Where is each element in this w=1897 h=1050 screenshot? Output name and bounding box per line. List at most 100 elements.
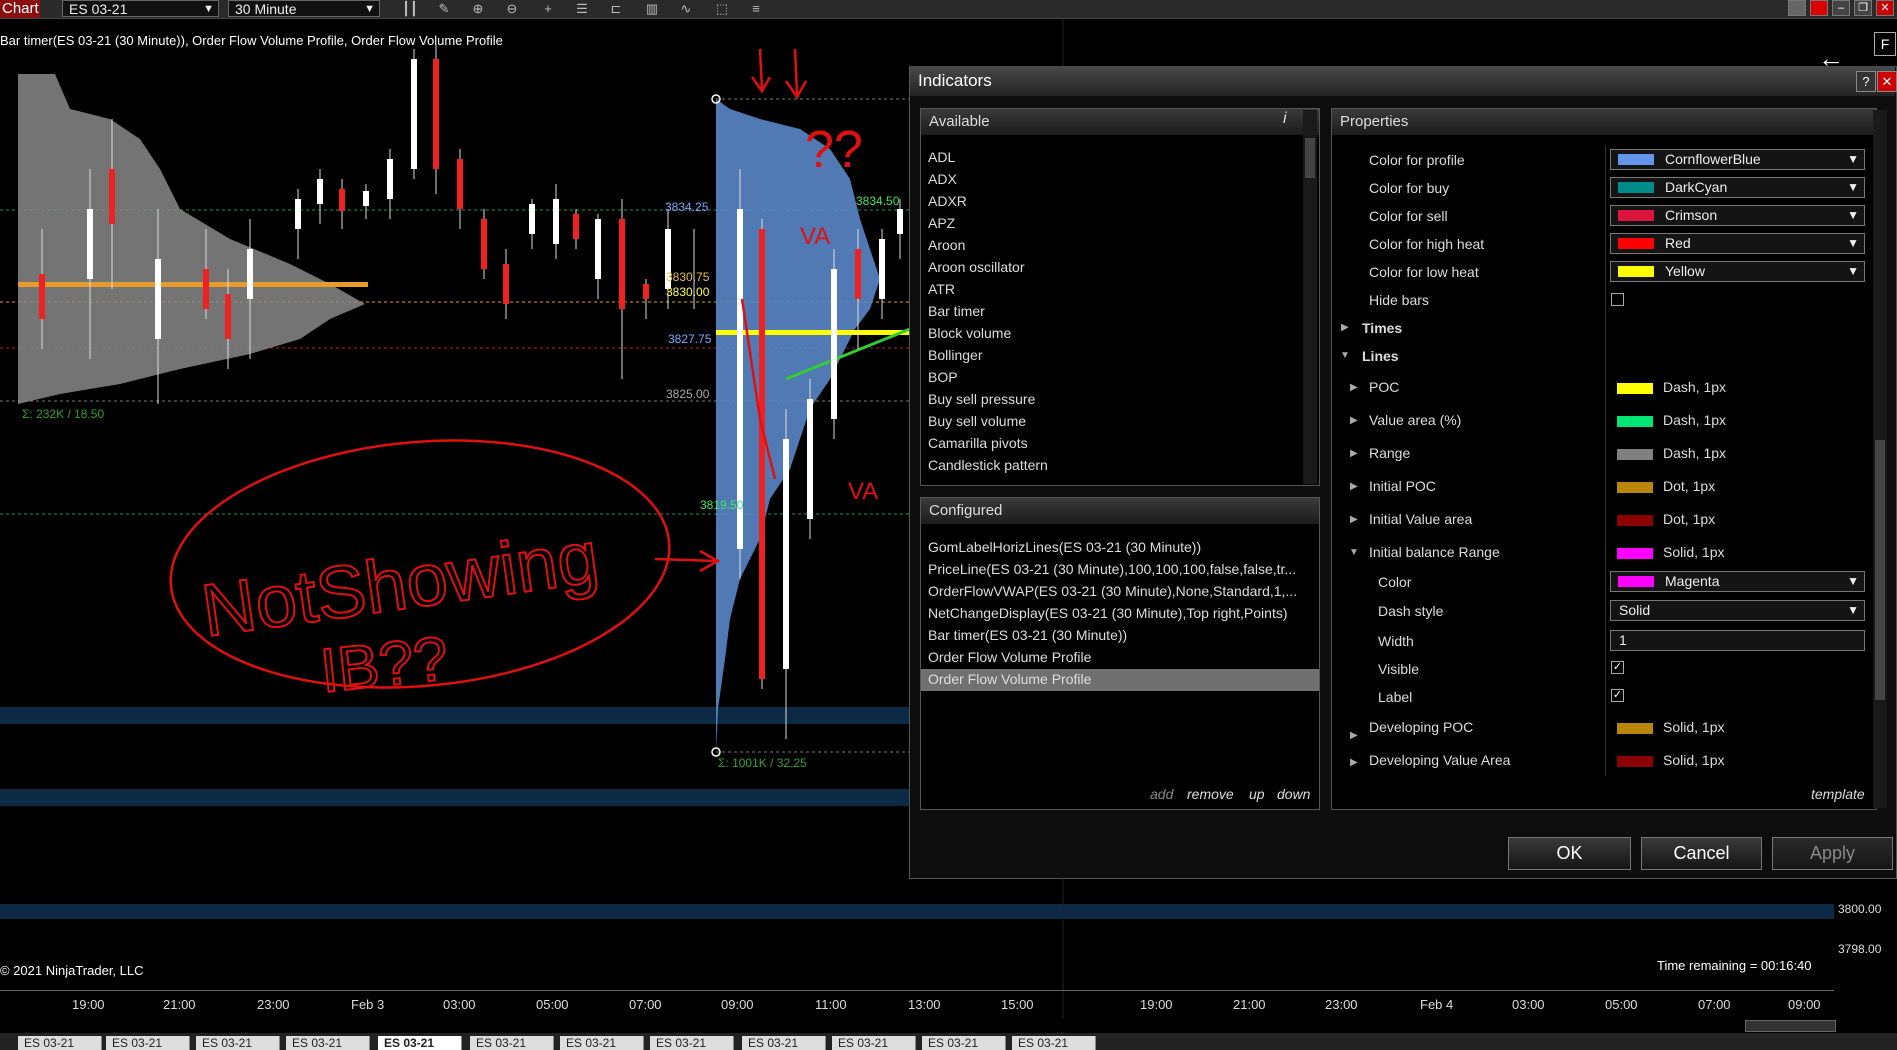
instrument-tab[interactable]: ES 03-21	[18, 1036, 102, 1050]
available-item[interactable]: ADXR	[928, 193, 967, 209]
configured-item[interactable]: Order Flow Volume Profile	[928, 649, 1318, 665]
configured-item[interactable]: NetChangeDisplay(ES 03-21 (30 Minute),To…	[928, 605, 1318, 621]
snapshot-icon[interactable]: ⬚	[712, 1, 732, 17]
available-item[interactable]: Candlestick pattern	[928, 457, 1048, 473]
color-icon[interactable]	[1810, 0, 1828, 16]
instrument-selector[interactable]: ES 03-21 ▼	[62, 0, 219, 17]
instrument-tab[interactable]: ES 03-21	[286, 1036, 370, 1050]
available-item[interactable]: Buy sell volume	[928, 413, 1026, 429]
expand-icon[interactable]: ▶	[1350, 382, 1358, 393]
close-icon[interactable]: ✕	[1876, 0, 1894, 16]
apply-button[interactable]: Apply	[1772, 837, 1893, 870]
developing-value-area-line-value[interactable]: Solid, 1px	[1617, 752, 1724, 768]
instrument-tab-active[interactable]: ES 03-21	[378, 1036, 462, 1050]
zoom-out-icon[interactable]: ⊖	[502, 1, 522, 17]
configured-item[interactable]: Bar timer(ES 03-21 (30 Minute))	[928, 627, 1318, 643]
available-item[interactable]: APZ	[928, 215, 955, 231]
up-link[interactable]: up	[1249, 786, 1265, 802]
expand-icon[interactable]: ▶	[1350, 757, 1358, 768]
close-icon[interactable]: ✕	[1877, 71, 1897, 92]
instrument-tab[interactable]: ES 03-21	[560, 1036, 644, 1050]
add-link[interactable]: add	[1150, 786, 1173, 802]
color-for-low-heat-select[interactable]: Yellow ▼	[1610, 261, 1865, 282]
times-category[interactable]: Times	[1362, 320, 1402, 336]
minimize-icon[interactable]: –	[1832, 0, 1850, 16]
color-for-buy-select[interactable]: DarkCyan ▼	[1610, 177, 1865, 198]
indicators-icon[interactable]: ▥	[642, 1, 662, 17]
line-style-text: Dash, 1px	[1663, 379, 1727, 395]
available-item[interactable]: Aroon oscillator	[928, 259, 1025, 275]
available-item[interactable]: Bar timer	[928, 303, 985, 319]
zoom-in-icon[interactable]: ⊕	[468, 1, 488, 17]
expand-icon[interactable]: ▶	[1350, 448, 1358, 459]
collapse-icon[interactable]: ▼	[1349, 547, 1359, 558]
crosshair-icon[interactable]: +	[538, 1, 558, 17]
hide-bars-checkbox[interactable]	[1611, 293, 1624, 306]
down-link[interactable]: down	[1277, 786, 1310, 802]
horizontal-scrollbar[interactable]	[1745, 1020, 1836, 1032]
info-icon[interactable]: i	[1283, 110, 1287, 128]
available-item[interactable]: BOP	[928, 369, 958, 385]
instrument-tab[interactable]: ES 03-21	[650, 1036, 734, 1050]
initial-value-area-line-value[interactable]: Dot, 1px	[1617, 511, 1715, 527]
expand-icon[interactable]: ▶	[1350, 481, 1358, 492]
configured-item[interactable]: OrderFlowVWAP(ES 03-21 (30 Minute),None,…	[928, 583, 1318, 599]
ib-range-line-value[interactable]: Solid, 1px	[1617, 544, 1724, 560]
configured-item[interactable]: GomLabelHorizLines(ES 03-21 (30 Minute))	[928, 539, 1318, 555]
available-item[interactable]: ADX	[928, 171, 957, 187]
instrument-tab[interactable]: ES 03-21	[1012, 1036, 1096, 1050]
template-link[interactable]: template	[1811, 786, 1865, 802]
range-line-value[interactable]: Dash, 1px	[1617, 445, 1726, 461]
expand-icon[interactable]: ▶	[1341, 322, 1349, 333]
templates-icon[interactable]: ⊏	[606, 1, 626, 17]
instrument-tab[interactable]: ES 03-21	[742, 1036, 826, 1050]
instrument-tab[interactable]: ES 03-21	[196, 1036, 280, 1050]
ib-dash-style-select[interactable]: Solid ▼	[1610, 600, 1865, 621]
lines-category[interactable]: Lines	[1362, 348, 1399, 364]
color-for-sell-select[interactable]: Crimson ▼	[1610, 205, 1865, 226]
instrument-tab[interactable]: ES 03-21	[470, 1036, 554, 1050]
available-item[interactable]: Bollinger	[928, 347, 982, 363]
value-area-line-value[interactable]: Dash, 1px	[1617, 412, 1726, 428]
color-for-profile-select[interactable]: CornflowerBlue ▼	[1610, 149, 1865, 170]
strategies-icon[interactable]: ∿	[676, 1, 696, 17]
instrument-tab[interactable]: ES 03-21	[832, 1036, 916, 1050]
instrument-tab[interactable]: ES 03-21	[922, 1036, 1006, 1050]
help-icon[interactable]: ?	[1856, 71, 1876, 92]
expand-icon[interactable]: ▶	[1350, 415, 1358, 426]
initial-poc-line-value[interactable]: Dot, 1px	[1617, 478, 1715, 494]
ib-visible-checkbox[interactable]: ✓	[1611, 661, 1624, 674]
configured-item-selected[interactable]: Order Flow Volume Profile	[928, 671, 1318, 687]
developing-poc-line-value[interactable]: Solid, 1px	[1617, 719, 1724, 735]
ib-color-select[interactable]: Magenta ▼	[1610, 571, 1865, 592]
scrollbar-thumb[interactable]	[1305, 138, 1315, 178]
expand-icon[interactable]: ▶	[1350, 514, 1358, 525]
cancel-button[interactable]: Cancel	[1641, 837, 1762, 870]
link-icon[interactable]	[1788, 0, 1806, 16]
available-item[interactable]: Aroon	[928, 237, 965, 253]
remove-link[interactable]: remove	[1187, 786, 1234, 802]
available-item[interactable]: Block volume	[928, 325, 1011, 341]
configured-item[interactable]: PriceLine(ES 03-21 (30 Minute),100,100,1…	[928, 561, 1318, 577]
scrollbar-thumb[interactable]	[1875, 440, 1885, 700]
properties-icon[interactable]: ☰	[572, 1, 592, 17]
maximize-icon[interactable]: ❐	[1854, 0, 1872, 16]
instrument-tab[interactable]: ES 03-21	[106, 1036, 190, 1050]
poc-line-value[interactable]: Dash, 1px	[1617, 379, 1726, 395]
available-item[interactable]: Camarilla pivots	[928, 435, 1028, 451]
available-item[interactable]: ATR	[928, 281, 955, 297]
ib-label-checkbox[interactable]: ✓	[1611, 689, 1624, 702]
color-for-high-heat-select[interactable]: Red ▼	[1610, 233, 1865, 254]
available-item[interactable]: Buy sell pressure	[928, 391, 1035, 407]
expand-icon[interactable]: ▶	[1350, 730, 1358, 741]
collapse-icon[interactable]: ▼	[1340, 350, 1350, 361]
f-button[interactable]: F	[1874, 32, 1896, 56]
available-item[interactable]: ADL	[928, 149, 955, 165]
list-icon[interactable]: ≡	[746, 1, 766, 17]
interval-selector[interactable]: 30 Minute ▼	[228, 0, 380, 17]
chart-tab[interactable]: Chart	[0, 0, 40, 18]
bar-type-icon[interactable]: ┃┃	[400, 1, 420, 17]
ib-width-input[interactable]: 1	[1610, 630, 1865, 651]
ok-button[interactable]: OK	[1508, 837, 1631, 870]
pencil-icon[interactable]: ✎	[434, 1, 454, 17]
